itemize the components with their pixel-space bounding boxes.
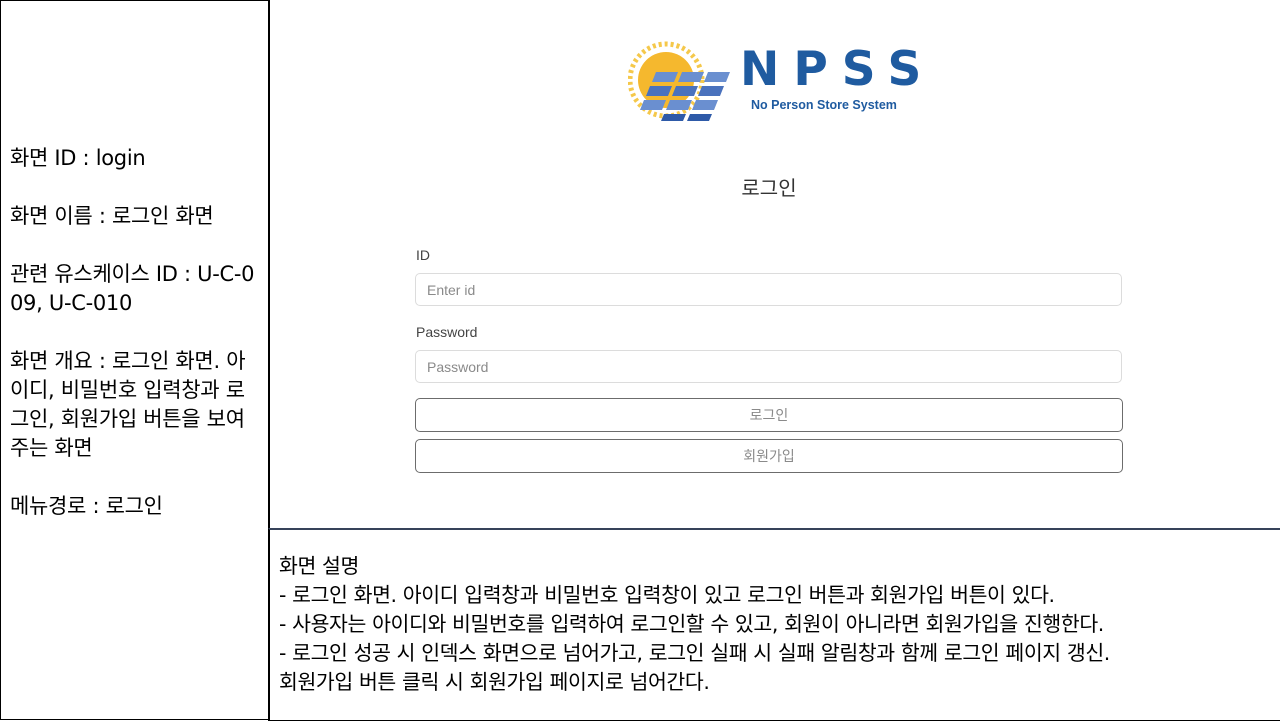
description-line: - 로그인 성공 시 인덱스 화면으로 넘어가고, 로그인 실패 시 실패 알림… bbox=[279, 641, 1110, 665]
description-text: 화면 설명 - 로그인 화면. 아이디 입력창과 비밀번호 입력창이 있고 로그… bbox=[279, 552, 1279, 697]
login-button[interactable]: 로그인 bbox=[415, 398, 1123, 432]
description-heading: 화면 설명 bbox=[279, 554, 359, 578]
id-input[interactable] bbox=[415, 273, 1122, 306]
spec-panel: 화면 ID : login 화면 이름 : 로그인 화면 관련 유스케이스 ID… bbox=[0, 0, 270, 720]
password-label: Password bbox=[416, 324, 478, 340]
spec-screen-name: 화면 이름 : 로그인 화면 bbox=[10, 204, 214, 228]
description-line: 회원가입 버튼 클릭 시 회원가입 페이지로 넘어간다. bbox=[279, 670, 710, 694]
signup-button[interactable]: 회원가입 bbox=[415, 439, 1123, 473]
login-title: 로그인 bbox=[741, 176, 797, 200]
spec-overview: 화면 개요 : 로그인 화면. 아이디, 비밀번호 입력창과 로그인, 회원가입… bbox=[10, 349, 246, 460]
logo-title: NPSS bbox=[740, 42, 936, 97]
description-panel: 화면 설명 - 로그인 화면. 아이디 입력창과 비밀번호 입력창이 있고 로그… bbox=[268, 528, 1280, 721]
spec-text: 화면 ID : login 화면 이름 : 로그인 화면 관련 유스케이스 ID… bbox=[10, 144, 262, 550]
description-line: - 로그인 화면. 아이디 입력창과 비밀번호 입력창이 있고 로그인 버튼과 … bbox=[279, 583, 1055, 607]
logo-subtitle: No Person Store System bbox=[751, 98, 897, 112]
spec-usecase: 관련 유스케이스 ID : U-C-009, U-C-010 bbox=[10, 262, 255, 315]
spec-menu-path: 메뉴경로 : 로그인 bbox=[10, 494, 163, 518]
password-input[interactable] bbox=[415, 350, 1122, 383]
spec-screen-id: 화면 ID : login bbox=[10, 146, 146, 170]
id-label: ID bbox=[416, 247, 430, 263]
description-line: - 사용자는 아이디와 비밀번호를 입력하여 로그인할 수 있고, 회원이 아니… bbox=[279, 612, 1104, 636]
